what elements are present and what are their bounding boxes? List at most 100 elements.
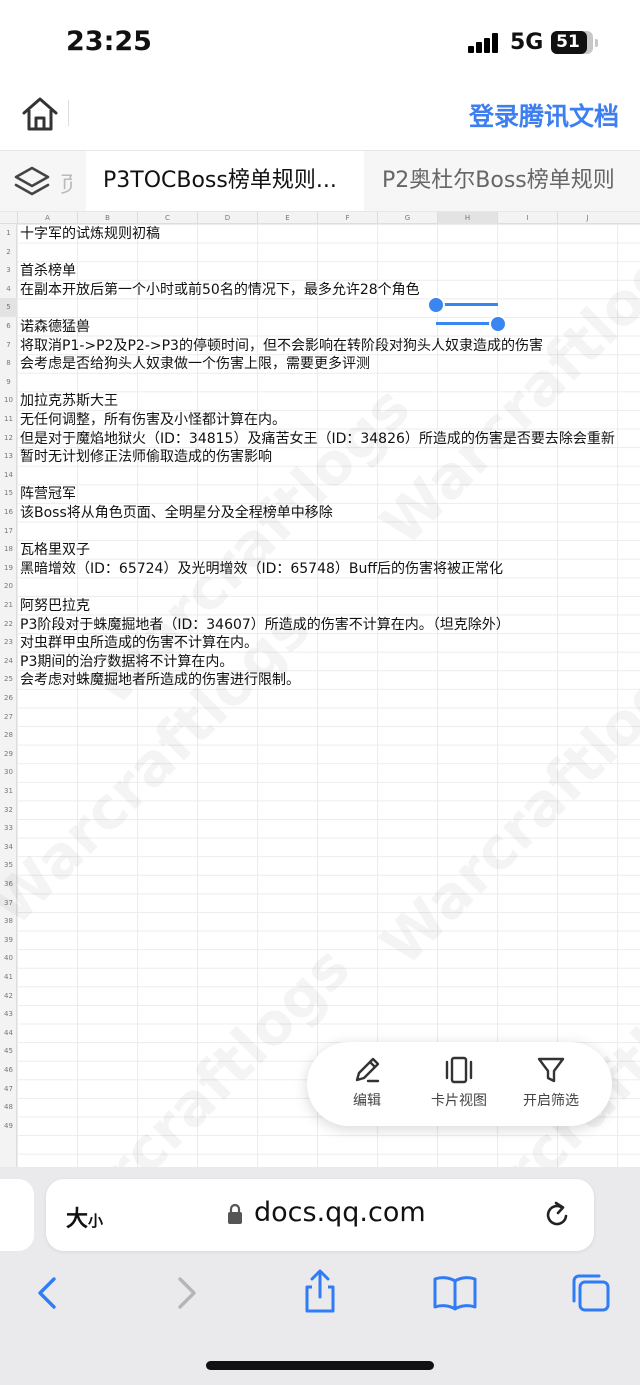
tab-p3toc[interactable]: P3TOCBoss榜单规则... [86,151,364,211]
cell-a8[interactable]: 会考虑是否给狗头人奴隶做一个伤害上限，需要更多评测 [20,355,370,373]
row-number[interactable]: 29 [0,745,17,764]
row-number[interactable]: 46 [0,1061,17,1080]
cell-a23[interactable]: 对虫群甲虫所造成的伤害不计算在内。 [20,634,258,652]
row-number[interactable]: 33 [0,819,17,838]
back-icon[interactable] [18,1263,78,1323]
cell-a4[interactable]: 在副本开放后第一个小时或前50名的情况下，最多允许28个角色 [20,281,420,299]
cell-a15[interactable]: 阵营冠军 [20,485,76,503]
selection-handle-end[interactable] [489,315,507,333]
cell-a1[interactable]: 十字军的试炼规则初稿 [20,225,160,243]
selection-handle-start[interactable] [427,296,445,314]
column-label[interactable]: I [497,212,557,224]
row-number[interactable]: 43 [0,1005,17,1024]
row-number[interactable]: 5 [0,298,17,317]
row-number[interactable]: 31 [0,782,17,801]
address-bar[interactable]: 大小 docs.qq.com [46,1179,594,1251]
cell-a12[interactable]: 但是对于魔焰地狱火（ID：34815）及痛苦女王（ID：34826）所造成的伤害… [20,430,615,448]
column-label[interactable]: F [317,212,377,224]
row-number[interactable]: 27 [0,708,17,727]
column-label[interactable]: J [557,212,617,224]
tabs-icon[interactable] [561,1263,621,1323]
row-number[interactable]: 26 [0,689,17,708]
row-number[interactable]: 8 [0,354,17,373]
row-number[interactable]: 35 [0,856,17,875]
cell-a24[interactable]: P3期间的治疗数据将不计算在内。 [20,653,233,671]
cell-a13[interactable]: 暂时无计划修正法师偷取造成的伤害影响 [20,448,272,466]
row-number[interactable]: 21 [0,596,17,615]
cell-a6[interactable]: 诺森德猛兽 [20,318,90,336]
tab-partial[interactable]: 页 [60,167,72,199]
row-number[interactable]: 4 [0,280,17,299]
filter-button[interactable]: 开启筛选 [511,1054,591,1110]
row-number[interactable]: 41 [0,968,17,987]
row-number[interactable]: 44 [0,1024,17,1043]
row-number[interactable]: 34 [0,838,17,857]
row-number[interactable]: 37 [0,894,17,913]
column-label[interactable]: G [377,212,437,224]
sheet-list-button[interactable] [0,151,64,211]
text-size-button[interactable]: 大小 [66,1201,103,1233]
row-number[interactable]: 49 [0,1117,17,1136]
cell-a10[interactable]: 加拉克苏斯大王 [20,392,118,410]
row-number[interactable]: 9 [0,373,17,392]
row-number[interactable]: 13 [0,447,17,466]
row-number[interactable]: 45 [0,1042,17,1061]
row-number[interactable]: 25 [0,670,17,689]
row-number[interactable]: 19 [0,559,17,578]
cell-a21[interactable]: 阿努巴拉克 [20,597,90,615]
row-number[interactable]: 24 [0,652,17,671]
cell-a25[interactable]: 会考虑对蛛魔掘地者所造成的伤害进行限制。 [20,671,300,689]
row-number[interactable]: 42 [0,987,17,1006]
row-number[interactable]: 14 [0,466,17,485]
previous-tab-preview[interactable] [0,1179,34,1251]
cell-a11[interactable]: 无任何调整，所有伤害及小怪都计算在内。 [20,411,286,429]
login-button[interactable]: 登录腾讯文档 [469,97,619,133]
network-type: 5G [510,30,544,55]
cell-a16[interactable]: 该Boss将从角色页面、全明星分及全程榜单中移除 [20,504,333,522]
cell-a22[interactable]: P3阶段对于蛛魔掘地者（ID：34607）所造成的伤害不计算在内。（坦克除外） [20,616,510,634]
home-button[interactable] [20,94,60,134]
spreadsheet-grid[interactable]: ABCDEFGHIJ 1 2 3 4 5 6 7 8 9 10 11 12 13 14 15 16 17 18 19… [0,212,640,1167]
row-number[interactable]: 20 [0,577,17,596]
cell-a19[interactable]: 黑暗增效（ID：65724）及光明增效（ID：65748）Buff后的伤害将被正… [20,560,503,578]
row-number[interactable]: 11 [0,410,17,429]
row-number[interactable]: 18 [0,540,17,559]
row-number[interactable]: 28 [0,726,17,745]
row-number[interactable]: 1 [0,224,17,243]
row-number[interactable]: 6 [0,317,17,336]
row-number[interactable]: 7 [0,336,17,355]
forward-icon[interactable] [156,1263,216,1323]
row-number[interactable]: 48 [0,1098,17,1117]
column-label[interactable]: B [77,212,137,224]
share-icon[interactable] [290,1263,350,1323]
row-number[interactable]: 22 [0,615,17,634]
row-number[interactable]: 3 [0,261,17,280]
row-number[interactable]: 15 [0,484,17,503]
column-label[interactable]: D [197,212,257,224]
column-label[interactable]: E [257,212,317,224]
row-number[interactable]: 38 [0,912,17,931]
column-label[interactable]: C [137,212,197,224]
column-label[interactable]: H [437,212,497,224]
row-number[interactable]: 40 [0,949,17,968]
row-number[interactable]: 30 [0,763,17,782]
row-number[interactable]: 16 [0,503,17,522]
bookmarks-icon[interactable] [425,1263,485,1323]
card-view-button[interactable]: 卡片视图 [419,1054,499,1110]
row-number[interactable]: 10 [0,391,17,410]
cell-a3[interactable]: 首杀榜单 [20,262,76,280]
row-number[interactable]: 36 [0,875,17,894]
row-number[interactable]: 39 [0,931,17,950]
row-number[interactable]: 47 [0,1080,17,1099]
column-label[interactable]: A [17,212,77,224]
row-number[interactable]: 32 [0,801,17,820]
tab-p2-ulduar[interactable]: P2奥杜尔Boss榜单规则 [382,151,615,211]
row-number[interactable]: 23 [0,633,17,652]
row-number[interactable]: 2 [0,243,17,262]
cell-a7[interactable]: 将取消P1->P2及P2->P3的停顿时间，但不会影响在转阶段对狗头人奴隶造成的… [20,337,543,355]
edit-button[interactable]: 编辑 [327,1054,407,1110]
cell-a18[interactable]: 瓦格里双子 [20,541,90,559]
row-number[interactable]: 17 [0,522,17,541]
reload-icon[interactable] [542,1200,572,1230]
row-number[interactable]: 12 [0,429,17,448]
